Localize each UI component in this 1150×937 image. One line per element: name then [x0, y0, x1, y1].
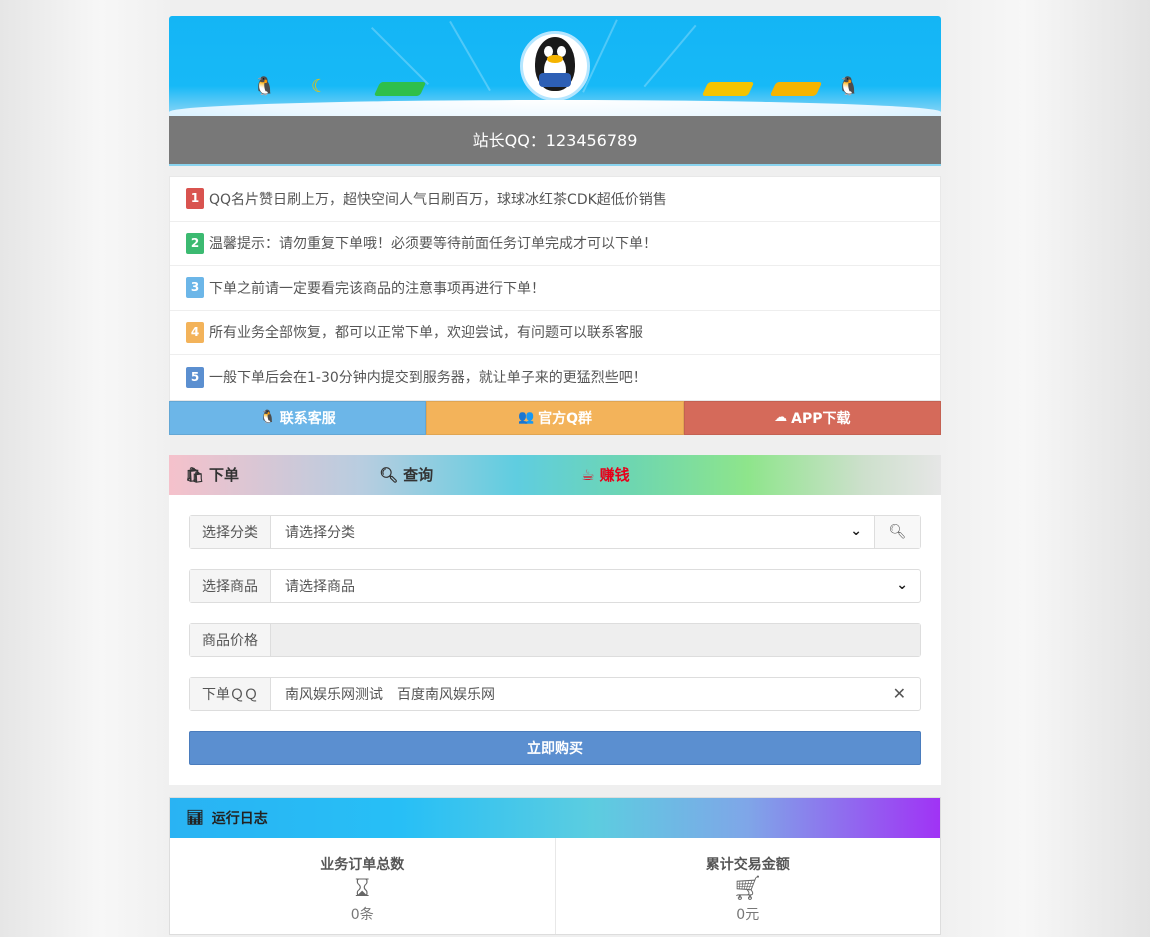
tab-earn[interactable]: ☕︎ 赚钱 — [581, 464, 629, 485]
price-label: 商品价格 — [190, 623, 271, 656]
notice-item: 4 所有业务全部恢复，都可以正常下单，欢迎尝试，有问题可以联系客服 — [170, 311, 940, 355]
product-label: 选择商品 — [190, 569, 271, 602]
shopping-bag-icon: 🛍 — [185, 465, 205, 484]
background-right — [940, 0, 1150, 937]
contact-support-button[interactable]: 🐧 联系客服 — [169, 400, 427, 435]
tab-order[interactable]: 🛍 下单 — [185, 464, 239, 485]
notice-text: 下单之前请一定要看完该商品的注意事项再进行下单！ — [209, 280, 545, 297]
close-icon[interactable]: ✕ — [893, 684, 906, 703]
notice-text: 一般下单后会在1-30分钟内提交到服务器，就让单子来的更猛烈些吧！ — [209, 370, 647, 387]
action-buttons: 🐧 联系客服 👥 官方Q群 ☁ APP下载 — [169, 400, 941, 435]
category-select-row: 选择分类 请选择分类 ⌄ 🔍︎ — [189, 514, 921, 549]
header-banner: 🐧 ☾ 🐧 — [169, 16, 941, 116]
notice-list: 1 QQ名片赞日刷上万，超快空间人气日刷百万，球球冰红茶CDK超低价销售 2 温馨提示… — [169, 176, 941, 401]
buy-now-button[interactable]: 立即购买 — [189, 730, 921, 765]
category-search-button[interactable]: 🔍︎ — [874, 515, 920, 548]
official-group-button[interactable]: 👥 官方Q群 — [426, 400, 684, 435]
page-container: 🐧 ☾ 🐧 站长QQ：123456789 1 QQ名片赞日刷上万，超快空间人气日刷… — [169, 16, 941, 935]
search-icon: 🔍︎ — [888, 523, 907, 540]
stat-order-total: 业务订单总数 ⌛︎ 0条 — [170, 837, 556, 934]
qq-icon: 🐧 — [259, 410, 276, 425]
notice-number-badge: 3 — [186, 277, 204, 299]
owner-qq: 站长QQ：123456789 — [169, 116, 941, 166]
notice-text: 所有业务全部恢复，都可以正常下单，欢迎尝试，有问题可以联系客服 — [209, 325, 643, 342]
cloud-download-icon: ☁ — [774, 410, 788, 425]
price-field — [271, 623, 920, 656]
vip-diamond-icon — [769, 82, 823, 96]
order-form: 选择分类 请选择分类 ⌄ 🔍︎ 选择商品 请选择商品 ⌄ 商品价格 下单ＱＱ 南… — [169, 495, 941, 785]
notice-number-badge: 5 — [186, 366, 204, 388]
notice-item: 5 一般下单后会在1-30分钟内提交到服务器，就让单子来的更猛烈些吧！ — [170, 355, 940, 400]
cart-icon: 🛒︎ — [732, 873, 763, 902]
chevron-down-icon: ⌄ — [850, 522, 862, 539]
order-panel: 🛍 下单 🔍︎ 查询 ☕︎ 赚钱 选择分类 请选择分类 ⌄ 🔍︎ 选择商品 请选… — [169, 454, 941, 785]
bar-chart-icon: 📊︎ — [186, 809, 204, 826]
order-tabs: 🛍 下单 🔍︎ 查询 ☕︎ 赚钱 — [169, 454, 941, 495]
notice-number-badge: 1 — [186, 188, 204, 210]
penguin-sticker-icon: 🐧 — [253, 76, 276, 97]
notice-number-badge: 2 — [186, 232, 204, 254]
notice-number-badge: 4 — [186, 321, 204, 343]
notice-item: 2 温馨提示：请勿重复下单哦！必须要等待前面任务订单完成才可以下单！ — [170, 222, 940, 266]
category-label: 选择分类 — [190, 515, 271, 548]
penguin-red-sticker-icon: 🐧 — [837, 76, 860, 97]
background-left — [0, 0, 170, 937]
qq-label: 下单ＱＱ — [190, 677, 271, 710]
stats: 业务订单总数 ⌛︎ 0条 累计交易金额 🛒︎ 0元 — [170, 837, 941, 934]
product-select-row: 选择商品 请选择商品 ⌄ — [189, 568, 921, 603]
stat-trade-amount: 累计交易金额 🛒︎ 0元 — [556, 838, 941, 934]
moon-icon: ☾ — [311, 76, 328, 97]
tab-query[interactable]: 🔍︎ 查询 — [379, 464, 433, 485]
run-log-panel: 📊︎ 运行日志 业务订单总数 ⌛︎ 0条 累计交易金额 🛒︎ 0元 — [169, 796, 941, 935]
category-select[interactable]: 请选择分类 ⌄ — [271, 516, 874, 548]
run-log-header: 📊︎ 运行日志 — [170, 797, 940, 838]
search-icon: 🔍︎ — [379, 465, 399, 484]
green-diamond-icon — [373, 82, 427, 96]
notice-item: 1 QQ名片赞日刷上万，超快空间人气日刷百万，球球冰红茶CDK超低价销售 — [170, 177, 940, 222]
chevron-down-icon: ⌄ — [896, 576, 908, 593]
qq-input-row: 下单ＱＱ 南风娱乐网测试 百度南风娱乐网 ✕ — [189, 676, 921, 711]
hourglass-icon: ⌛︎ — [354, 873, 370, 902]
price-row: 商品价格 — [189, 622, 921, 657]
product-select[interactable]: 请选择商品 ⌄ — [271, 570, 920, 602]
avatar — [520, 31, 590, 101]
notice-text: QQ名片赞日刷上万，超快空间人气日刷百万，球球冰红茶CDK超低价销售 — [209, 191, 667, 208]
app-download-button[interactable]: ☁ APP下载 — [683, 400, 941, 435]
yellow-diamond-icon — [701, 82, 755, 96]
users-icon: 👥 — [517, 410, 535, 425]
coffee-icon: ☕︎ — [581, 465, 595, 484]
qq-penguin-icon — [529, 37, 581, 95]
notice-text: 温馨提示：请勿重复下单哦！必须要等待前面任务订单完成才可以下单！ — [209, 236, 657, 253]
notice-item: 3 下单之前请一定要看完该商品的注意事项再进行下单！ — [170, 266, 940, 311]
qq-input[interactable]: 南风娱乐网测试 百度南风娱乐网 ✕ — [271, 678, 920, 710]
